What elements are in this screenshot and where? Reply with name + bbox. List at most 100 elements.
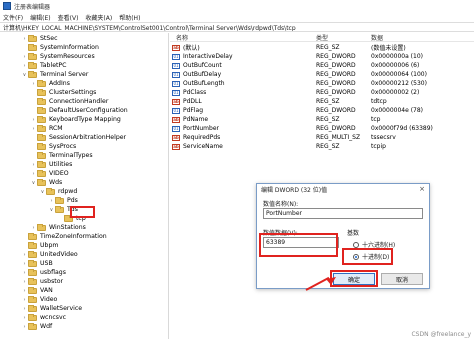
- value-row[interactable]: 01 PortNumber REG_DWORD 0x0000f79d (63389): [170, 124, 474, 133]
- tree-item[interactable]: TimeZoneInformation: [21, 232, 107, 241]
- menu-view[interactable]: 查看(V): [58, 13, 79, 22]
- value-name-cell: ab RequiredPds: [170, 134, 316, 141]
- chevron-right-icon[interactable]: ›: [21, 297, 28, 303]
- tree-item[interactable]: › VIDEO: [30, 169, 69, 178]
- value-row[interactable]: 01 OutBufCount REG_DWORD 0x00000006 (6): [170, 61, 474, 70]
- value-name-field[interactable]: [263, 208, 423, 219]
- tree-item[interactable]: › Utilities: [30, 160, 72, 169]
- chevron-right-icon[interactable]: ›: [21, 315, 28, 321]
- chevron-right-icon[interactable]: ›: [30, 117, 37, 123]
- tree-item[interactable]: SessionArbitrationHelper: [30, 133, 126, 142]
- value-row[interactable]: 01 PdClass REG_DWORD 0x00000002 (2): [170, 88, 474, 97]
- menu-favorites[interactable]: 收藏夹(A): [85, 13, 112, 22]
- value-row[interactable]: ab RequiredPds REG_MULTI_SZ tssecsrv: [170, 133, 474, 142]
- menu-edit[interactable]: 编辑(E): [30, 13, 50, 22]
- tree-item[interactable]: › usbstor: [21, 277, 63, 286]
- tree-item[interactable]: ConnectionHandler: [30, 97, 108, 106]
- tree-item[interactable]: › RCM: [30, 124, 63, 133]
- value-name: OutBufCount: [183, 62, 222, 69]
- menu-help[interactable]: 帮助(H): [119, 13, 140, 22]
- tree-item[interactable]: › WalletService: [21, 304, 82, 313]
- value-row[interactable]: ab (默认) REG_SZ (数值未设置): [170, 43, 474, 52]
- value-row[interactable]: 01 InteractiveDelay REG_DWORD 0x0000000a (1…: [170, 52, 474, 61]
- tree-item[interactable]: › AddIns: [30, 79, 70, 88]
- tree-item[interactable]: › Pds: [48, 196, 78, 205]
- address-bar[interactable]: 计算机\HKEY_LOCAL_MACHINE\SYSTEM\ControlSet…: [0, 22, 474, 32]
- tree-item[interactable]: ClusterSettings: [30, 88, 96, 97]
- chevron-right-icon[interactable]: ›: [21, 288, 28, 294]
- value-row[interactable]: ab ServiceName REG_SZ tcpip: [170, 142, 474, 151]
- menu-file[interactable]: 文件(F): [3, 13, 23, 22]
- chevron-right-icon[interactable]: ›: [48, 198, 55, 204]
- tree-item[interactable]: › TabletPC: [21, 61, 66, 70]
- value-data: 0x00000064 (100): [371, 71, 427, 78]
- value-row[interactable]: ab PdName REG_SZ tcp: [170, 115, 474, 124]
- tree-item-label: Video: [40, 296, 58, 303]
- tree-item[interactable]: › USB: [21, 259, 53, 268]
- folder-icon: [37, 178, 46, 186]
- value-type: REG_SZ: [316, 44, 340, 51]
- tree-item-label: usbstor: [40, 278, 64, 285]
- chevron-down-icon[interactable]: ∨: [39, 189, 46, 195]
- value-name-cell: ab (默认): [170, 43, 316, 52]
- tree-item[interactable]: › usbflags: [21, 268, 66, 277]
- tree-item[interactable]: › StSec: [21, 34, 58, 43]
- column-type[interactable]: 类型: [316, 33, 371, 42]
- chevron-right-icon[interactable]: ›: [30, 171, 37, 177]
- chevron-right-icon[interactable]: ›: [30, 225, 37, 231]
- column-name[interactable]: 名称: [170, 33, 316, 42]
- folder-icon: [28, 286, 37, 294]
- chevron-down-icon[interactable]: ∨: [48, 207, 55, 213]
- tree-item[interactable]: SysProcs: [30, 142, 76, 151]
- tree-item-label: SysProcs: [49, 143, 77, 150]
- tree-item[interactable]: › wcncsvc: [21, 313, 66, 322]
- tree-item[interactable]: › VAN: [21, 286, 53, 295]
- chevron-right-icon[interactable]: ›: [21, 279, 28, 285]
- value-name: InteractiveDelay: [183, 53, 233, 60]
- tree-item-label: Wds: [49, 179, 63, 186]
- tree-item[interactable]: ∨ rdpwd: [39, 187, 77, 196]
- chevron-right-icon[interactable]: ›: [21, 306, 28, 312]
- tree-item[interactable]: DefaultUserConfiguration: [30, 106, 128, 115]
- tree-item[interactable]: › WinStations: [30, 223, 86, 232]
- chevron-right-icon[interactable]: ›: [30, 126, 37, 132]
- chevron-right-icon[interactable]: ›: [21, 63, 28, 69]
- tree-item[interactable]: › KeyboardType Mapping: [30, 115, 121, 124]
- tree-item[interactable]: › Video: [21, 295, 57, 304]
- tree-item-label: Utilities: [49, 161, 73, 168]
- tree-item[interactable]: › SystemResources: [21, 52, 95, 61]
- value-data: 0x00000002 (2): [371, 89, 420, 96]
- value-row[interactable]: ab PdDLL REG_SZ tdtcp: [170, 97, 474, 106]
- folder-icon: [28, 313, 37, 321]
- value-row[interactable]: 01 PdFlag REG_DWORD 0x0000004e (78): [170, 106, 474, 115]
- close-icon[interactable]: ×: [419, 185, 425, 193]
- chevron-right-icon[interactable]: ›: [21, 54, 28, 60]
- tree-item[interactable]: › UnitedVideo: [21, 250, 78, 259]
- binary-value-icon: 01: [172, 89, 180, 96]
- cancel-button[interactable]: 取消: [381, 273, 423, 285]
- column-data[interactable]: 数据: [371, 33, 471, 42]
- chevron-down-icon[interactable]: ∨: [30, 180, 37, 186]
- chevron-right-icon[interactable]: ›: [21, 261, 28, 267]
- value-row[interactable]: 01 OutBufDelay REG_DWORD 0x00000064 (100): [170, 70, 474, 79]
- tree-item[interactable]: TerminalTypes: [30, 151, 93, 160]
- highlight-decimal-radio: [342, 248, 393, 265]
- tree-item[interactable]: SystemInformation: [21, 43, 99, 52]
- tree-item[interactable]: Ubpm: [21, 241, 58, 250]
- value-name: RequiredPds: [183, 134, 221, 141]
- chevron-down-icon[interactable]: ∨: [21, 72, 28, 78]
- chevron-right-icon[interactable]: ›: [21, 252, 28, 258]
- value-row[interactable]: 01 OutBufLength REG_DWORD 0x00000212 (530): [170, 79, 474, 88]
- chevron-right-icon[interactable]: ›: [30, 81, 37, 87]
- folder-icon: [55, 205, 64, 213]
- value-name: OutBufDelay: [183, 71, 222, 78]
- chevron-right-icon[interactable]: ›: [30, 162, 37, 168]
- tree-item[interactable]: › Wdf: [21, 322, 52, 331]
- tree-item[interactable]: ∨ Wds: [30, 178, 62, 187]
- value-type: REG_DWORD: [316, 53, 356, 60]
- tree-item[interactable]: ∨ Terminal Server: [21, 70, 88, 79]
- chevron-right-icon[interactable]: ›: [21, 270, 28, 276]
- chevron-right-icon[interactable]: ›: [21, 36, 28, 42]
- value-name-label: 数值名称(N):: [263, 201, 299, 208]
- chevron-right-icon[interactable]: ›: [21, 324, 28, 330]
